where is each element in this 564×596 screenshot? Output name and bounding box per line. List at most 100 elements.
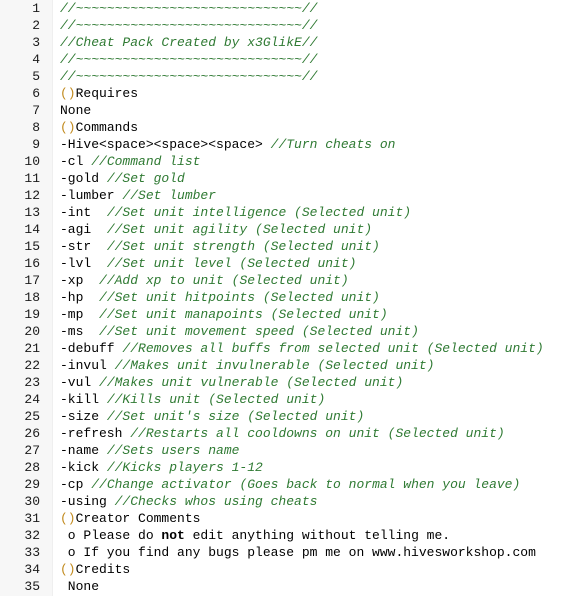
code-line[interactable]: 15 -str //Set unit strength (Selected uni… bbox=[0, 238, 564, 255]
code-line[interactable]: 21 -debuff //Removes all buffs from selec… bbox=[0, 340, 564, 357]
code-token: -vul bbox=[60, 375, 100, 390]
code-line-content[interactable]: ()Credits bbox=[46, 561, 130, 578]
paren-marker-token: () bbox=[60, 86, 76, 101]
code-line[interactable]: 25 -size //Set unit's size (Selected unit… bbox=[0, 408, 564, 425]
comment-token: //Add xp to unit (Selected unit) bbox=[99, 273, 349, 288]
code-line[interactable]: 11 -gold //Set gold bbox=[0, 170, 564, 187]
code-line-content[interactable]: -hp //Set unit hitpoints (Selected unit) bbox=[46, 289, 380, 306]
code-line[interactable]: 5 //~~~~~~~~~~~~~~~~~~~~~~~~~~~~~// bbox=[0, 68, 564, 85]
code-line-content[interactable]: -kill //Kills unit (Selected unit) bbox=[46, 391, 325, 408]
code-line[interactable]: 14 -agi //Set unit agility (Selected unit… bbox=[0, 221, 564, 238]
code-token: -ms bbox=[60, 324, 100, 339]
code-line-content[interactable]: ()Commands bbox=[46, 119, 138, 136]
code-line[interactable]: 30 -using //Checks whos using cheats bbox=[0, 493, 564, 510]
code-line-content[interactable]: -name //Sets users name bbox=[46, 442, 239, 459]
paren-marker-token: () bbox=[60, 562, 76, 577]
code-line-content[interactable]: -xp //Add xp to unit (Selected unit) bbox=[46, 272, 349, 289]
code-line[interactable]: 16 -lvl //Set unit level (Selected unit) bbox=[0, 255, 564, 272]
code-line-content[interactable]: //~~~~~~~~~~~~~~~~~~~~~~~~~~~~~// bbox=[46, 0, 317, 17]
code-line[interactable]: 17 -xp //Add xp to unit (Selected unit) bbox=[0, 272, 564, 289]
code-line-content[interactable]: -cl //Command list bbox=[46, 153, 200, 170]
line-number: 10 bbox=[24, 154, 40, 169]
code-line-content[interactable]: o Please do not edit anything without te… bbox=[46, 527, 450, 544]
code-line-content[interactable]: -Hive<space><space><space> //Turn cheats… bbox=[46, 136, 395, 153]
code-line[interactable]: 18 -hp //Set unit hitpoints (Selected uni… bbox=[0, 289, 564, 306]
code-line-content[interactable]: -size //Set unit's size (Selected unit) bbox=[46, 408, 364, 425]
code-token: -hp bbox=[60, 290, 100, 305]
code-line[interactable]: 31 ()Creator Comments bbox=[0, 510, 564, 527]
code-line-content[interactable]: -ms //Set unit movement speed (Selected … bbox=[46, 323, 419, 340]
comment-token: //Makes unit invulnerable (Selected unit… bbox=[114, 358, 435, 373]
line-number: 3 bbox=[32, 35, 40, 50]
comment-token: //Makes unit vulnerable (Selected unit) bbox=[99, 375, 404, 390]
code-line[interactable]: 9 -Hive<space><space><space> //Turn cheat… bbox=[0, 136, 564, 153]
code-line-content[interactable]: //~~~~~~~~~~~~~~~~~~~~~~~~~~~~~// bbox=[46, 17, 317, 34]
comment-token: //Kicks players 1-12 bbox=[106, 460, 263, 475]
code-line-content[interactable]: o If you find any bugs please pm me on w… bbox=[46, 544, 536, 561]
code-line-content[interactable]: -gold //Set gold bbox=[46, 170, 185, 187]
code-line-content[interactable]: -lvl //Set unit level (Selected unit) bbox=[46, 255, 356, 272]
code-line-content[interactable]: -vul //Makes unit vulnerable (Selected u… bbox=[46, 374, 403, 391]
code-token: -kill bbox=[60, 392, 107, 407]
code-token: -debuff bbox=[60, 341, 123, 356]
line-number: 8 bbox=[32, 120, 40, 135]
code-line-content[interactable]: -cp //Change activator (Goes back to nor… bbox=[46, 476, 520, 493]
code-line-content[interactable]: -using //Checks whos using cheats bbox=[46, 493, 317, 510]
code-line[interactable]: 2 //~~~~~~~~~~~~~~~~~~~~~~~~~~~~~// bbox=[0, 17, 564, 34]
code-line-content[interactable]: -str //Set unit strength (Selected unit) bbox=[46, 238, 380, 255]
code-line-list[interactable]: 1 //~~~~~~~~~~~~~~~~~~~~~~~~~~~~~// 2 //~~~… bbox=[0, 0, 564, 595]
code-line-content[interactable]: -int //Set unit intelligence (Selected u… bbox=[46, 204, 411, 221]
comment-token: //~~~~~~~~~~~~~~~~~~~~~~~~~~~~~// bbox=[60, 18, 318, 33]
code-token: -mp bbox=[60, 307, 100, 322]
code-line[interactable]: 20 -ms //Set unit movement speed (Selecte… bbox=[0, 323, 564, 340]
code-line-content[interactable]: -refresh //Restarts all cooldowns on uni… bbox=[46, 425, 505, 442]
line-number: 22 bbox=[24, 358, 40, 373]
code-line[interactable]: 7 None bbox=[0, 102, 564, 119]
code-line[interactable]: 6 ()Requires bbox=[0, 85, 564, 102]
code-line-content[interactable]: //Cheat Pack Created by x3GlikE// bbox=[46, 34, 317, 51]
code-line-content[interactable]: -agi //Set unit agility (Selected unit) bbox=[46, 221, 372, 238]
code-line[interactable]: 24 -kill //Kills unit (Selected unit) bbox=[0, 391, 564, 408]
code-token: -using bbox=[60, 494, 115, 509]
line-number: 14 bbox=[24, 222, 40, 237]
line-number: 11 bbox=[24, 171, 40, 186]
line-number: 34 bbox=[24, 562, 40, 577]
code-line[interactable]: 13 -int //Set unit intelligence (Selected… bbox=[0, 204, 564, 221]
line-number: 5 bbox=[32, 69, 40, 84]
code-line[interactable]: 23 -vul //Makes unit vulnerable (Selected… bbox=[0, 374, 564, 391]
code-line[interactable]: 32 o Please do not edit anything without… bbox=[0, 527, 564, 544]
code-line[interactable]: 28 -kick //Kicks players 1-12 bbox=[0, 459, 564, 476]
code-token: -xp bbox=[60, 273, 100, 288]
code-line-content[interactable]: ()Creator Comments bbox=[46, 510, 200, 527]
code-line-content[interactable]: -kick //Kicks players 1-12 bbox=[46, 459, 263, 476]
line-number: 13 bbox=[24, 205, 40, 220]
code-line-content[interactable]: //~~~~~~~~~~~~~~~~~~~~~~~~~~~~~// bbox=[46, 68, 317, 85]
code-line[interactable]: 19 -mp //Set unit manapoints (Selected un… bbox=[0, 306, 564, 323]
code-block-viewer: 1 //~~~~~~~~~~~~~~~~~~~~~~~~~~~~~// 2 //~~~… bbox=[0, 0, 564, 596]
code-line[interactable]: 4 //~~~~~~~~~~~~~~~~~~~~~~~~~~~~~// bbox=[0, 51, 564, 68]
code-line[interactable]: 1 //~~~~~~~~~~~~~~~~~~~~~~~~~~~~~// bbox=[0, 0, 564, 17]
code-token: None bbox=[60, 103, 92, 118]
code-line[interactable]: 29 -cp //Change activator (Goes back to n… bbox=[0, 476, 564, 493]
code-line[interactable]: 35 None bbox=[0, 578, 564, 595]
comment-token: //Command list bbox=[91, 154, 201, 169]
code-line[interactable]: 3 //Cheat Pack Created by x3GlikE// bbox=[0, 34, 564, 51]
code-line[interactable]: 12 -lumber //Set lumber bbox=[0, 187, 564, 204]
code-line[interactable]: 22 -invul //Makes unit invulnerable (Sele… bbox=[0, 357, 564, 374]
code-line-content[interactable]: -lumber //Set lumber bbox=[46, 187, 216, 204]
code-line-content[interactable]: //~~~~~~~~~~~~~~~~~~~~~~~~~~~~~// bbox=[46, 51, 317, 68]
code-line-content[interactable]: -invul //Makes unit invulnerable (Select… bbox=[46, 357, 434, 374]
code-line[interactable]: 8 ()Commands bbox=[0, 119, 564, 136]
code-line[interactable]: 33 o If you find any bugs please pm me o… bbox=[0, 544, 564, 561]
code-line-content[interactable]: -mp //Set unit manapoints (Selected unit… bbox=[46, 306, 388, 323]
code-token: Commands bbox=[75, 120, 139, 135]
code-line[interactable]: 10 -cl //Command list bbox=[0, 153, 564, 170]
code-line-content[interactable]: None bbox=[46, 102, 91, 119]
line-number: 23 bbox=[24, 375, 40, 390]
code-line-content[interactable]: -debuff //Removes all buffs from selecte… bbox=[46, 340, 544, 357]
code-line[interactable]: 26 -refresh //Restarts all cooldowns on u… bbox=[0, 425, 564, 442]
code-line-content[interactable]: None bbox=[46, 578, 99, 595]
code-line-content[interactable]: ()Requires bbox=[46, 85, 138, 102]
code-line[interactable]: 34 ()Credits bbox=[0, 561, 564, 578]
code-line[interactable]: 27 -name //Sets users name bbox=[0, 442, 564, 459]
